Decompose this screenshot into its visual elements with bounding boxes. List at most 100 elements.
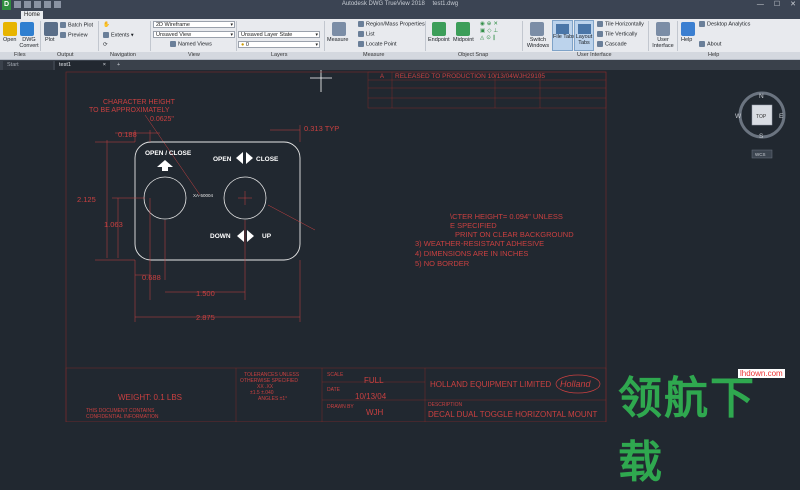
region-mass-label: Region/Mass Properties	[366, 21, 425, 28]
help-button[interactable]: Help	[681, 37, 692, 44]
scale-label: SCALE	[327, 372, 344, 378]
layer-combo[interactable]: ● 0 ▾	[238, 41, 320, 48]
user-interface-button[interactable]: User Interface	[651, 37, 675, 49]
snap-modes-grid[interactable]: ◉⊕✕ ▣◇⊥ ◬⊙∥	[480, 21, 500, 42]
list-button[interactable]: List	[358, 31, 375, 38]
panel-navigation: Navigation	[110, 52, 136, 58]
drawn-by-label: DRAWN BY	[327, 404, 354, 410]
midpoint-snap-icon[interactable]	[456, 22, 470, 36]
named-views-button[interactable]: Named Views	[170, 41, 212, 48]
window-title: Autodesk DWG TrueView 2018 test1.dwg	[0, 1, 800, 7]
layer-state-combo[interactable]: Unsaved Layer State ▾	[238, 31, 320, 38]
zoom-extents-icon	[103, 32, 109, 38]
viewcube-n[interactable]: N	[759, 93, 764, 100]
label-open-close: OPEN / CLOSE	[145, 150, 192, 157]
new-tab-button[interactable]: +	[113, 61, 125, 70]
panel-output: Output	[57, 52, 74, 58]
extents-button[interactable]: Extents ▾	[103, 32, 134, 39]
locate-point-icon	[358, 41, 364, 47]
chevron-down-icon: ▾	[230, 22, 233, 28]
help-icon[interactable]	[681, 22, 695, 36]
switch-windows-icon[interactable]	[530, 22, 544, 36]
description-label: DESCRIPTION	[428, 402, 463, 408]
about-icon	[699, 41, 705, 47]
plot-button[interactable]: Plot	[45, 37, 54, 44]
title-bar: D Autodesk DWG TrueView 2018 test1.dwg —…	[0, 0, 800, 10]
close-icon[interactable]: ✕	[790, 0, 796, 10]
note-line-5: 4) DIMENSIONS ARE IN INCHES	[415, 249, 528, 258]
dim-0688: 0.688	[142, 273, 161, 282]
region-mass-button[interactable]: Region/Mass Properties	[358, 21, 425, 28]
named-views-icon	[170, 41, 176, 47]
batch-plot-icon	[60, 22, 66, 28]
open-button[interactable]: Open	[3, 37, 16, 44]
orbit-icon[interactable]: ⟳	[103, 42, 108, 49]
wcs-label: WCS	[755, 152, 766, 157]
release-text: RELEASED TO PRODUCTION 10/13/04WJH29105	[395, 73, 545, 80]
dwg-convert-icon[interactable]	[20, 22, 34, 36]
ribbon-panel-labels: Files Output Navigation View Layers Meas…	[0, 52, 800, 59]
switch-windows-button[interactable]: Switch Windows	[525, 37, 551, 49]
viewcube-top-label: TOP	[756, 114, 767, 120]
tab-test1[interactable]: test1 ×	[55, 61, 110, 70]
cascade-button[interactable]: Cascade	[597, 41, 627, 48]
maximize-icon[interactable]: ☐	[774, 0, 780, 10]
minimize-icon[interactable]: —	[757, 0, 764, 10]
layer-state-value: Unsaved Layer State	[241, 32, 293, 38]
tile-vertically-button[interactable]: Tile Vertically	[597, 31, 637, 38]
endpoint-snap-icon[interactable]	[432, 22, 446, 36]
release-rev: A	[380, 74, 384, 80]
panel-measure: Measure	[363, 52, 385, 58]
tile-horizontally-button[interactable]: Tile Horizontally	[597, 21, 644, 28]
saved-view-combo[interactable]: Unsaved View ▾	[153, 31, 235, 38]
cascade-label: Cascade	[605, 41, 627, 48]
pan-icon[interactable]: ✋	[103, 22, 110, 29]
tab-home[interactable]: Home	[21, 11, 43, 19]
tab-start-label: Start	[7, 62, 19, 68]
panel-view: View	[188, 52, 200, 58]
weight-text: WEIGHT: 0.1 LBS	[118, 393, 182, 402]
viewcube-e[interactable]: E	[779, 113, 784, 120]
window-controls: — ☐ ✕	[757, 0, 796, 10]
chevron-down-icon: ▾	[230, 32, 233, 38]
midpoint-button[interactable]: Midpoint	[453, 37, 474, 44]
document-tab-bar: Start test1 × +	[0, 60, 800, 70]
tab-start[interactable]: Start	[3, 61, 53, 70]
file-tabs-icon	[556, 24, 569, 34]
panel-layers: Layers	[271, 52, 288, 58]
list-icon	[358, 31, 364, 37]
visual-style-combo[interactable]: 2D Wireframe ▾	[153, 21, 235, 28]
desktop-analytics-button[interactable]: Desktop Analytics	[699, 21, 750, 28]
label-down: DOWN	[210, 233, 231, 240]
layout-tabs-icon	[577, 24, 591, 34]
open-folder-icon[interactable]	[3, 22, 17, 36]
file-tabs-toggle[interactable]: File Tabs	[552, 20, 575, 51]
plot-icon[interactable]	[44, 22, 58, 36]
preview-button[interactable]: Preview	[60, 32, 88, 39]
preview-label: Preview	[68, 32, 88, 39]
date-label: DATE	[327, 387, 341, 393]
tile-horizontally-icon	[597, 21, 603, 27]
viewcube-w[interactable]: W	[735, 113, 742, 120]
viewcube-s[interactable]: S	[759, 133, 764, 140]
endpoint-button[interactable]: Endpoint	[428, 37, 450, 44]
user-interface-icon[interactable]	[656, 22, 670, 36]
dim-0188: 0.188	[118, 130, 137, 139]
locate-point-button[interactable]: Locate Point	[358, 41, 397, 48]
tab-close-icon[interactable]: ×	[103, 61, 106, 70]
note-line-3: PRINT ON CLEAR BACKGROUND	[455, 230, 574, 239]
layout-tabs-toggle[interactable]: Layout Tabs	[574, 20, 594, 51]
date-value: 10/13/04	[355, 392, 387, 401]
description-value: DECAL DUAL TOGGLE HORIZONTAL MOUNT	[428, 410, 597, 419]
cascade-icon	[597, 41, 603, 47]
measure-button[interactable]: Measure	[327, 37, 348, 44]
measure-icon[interactable]	[332, 22, 346, 36]
panel-user-interface: User Interface	[577, 52, 612, 58]
viewcube[interactable]: TOP N S E W WCS	[735, 91, 786, 159]
dwg-convert-button[interactable]: DWG Convert	[19, 37, 39, 49]
batch-plot-button[interactable]: Batch Plot	[60, 22, 93, 29]
about-button[interactable]: About	[699, 41, 721, 48]
tile-horizontally-label: Tile Horizontally	[605, 21, 644, 28]
note-line-1: \CTER HEIGHT= 0.094" UNLESS	[450, 212, 563, 221]
file-tabs-label: File Tabs	[553, 34, 575, 40]
